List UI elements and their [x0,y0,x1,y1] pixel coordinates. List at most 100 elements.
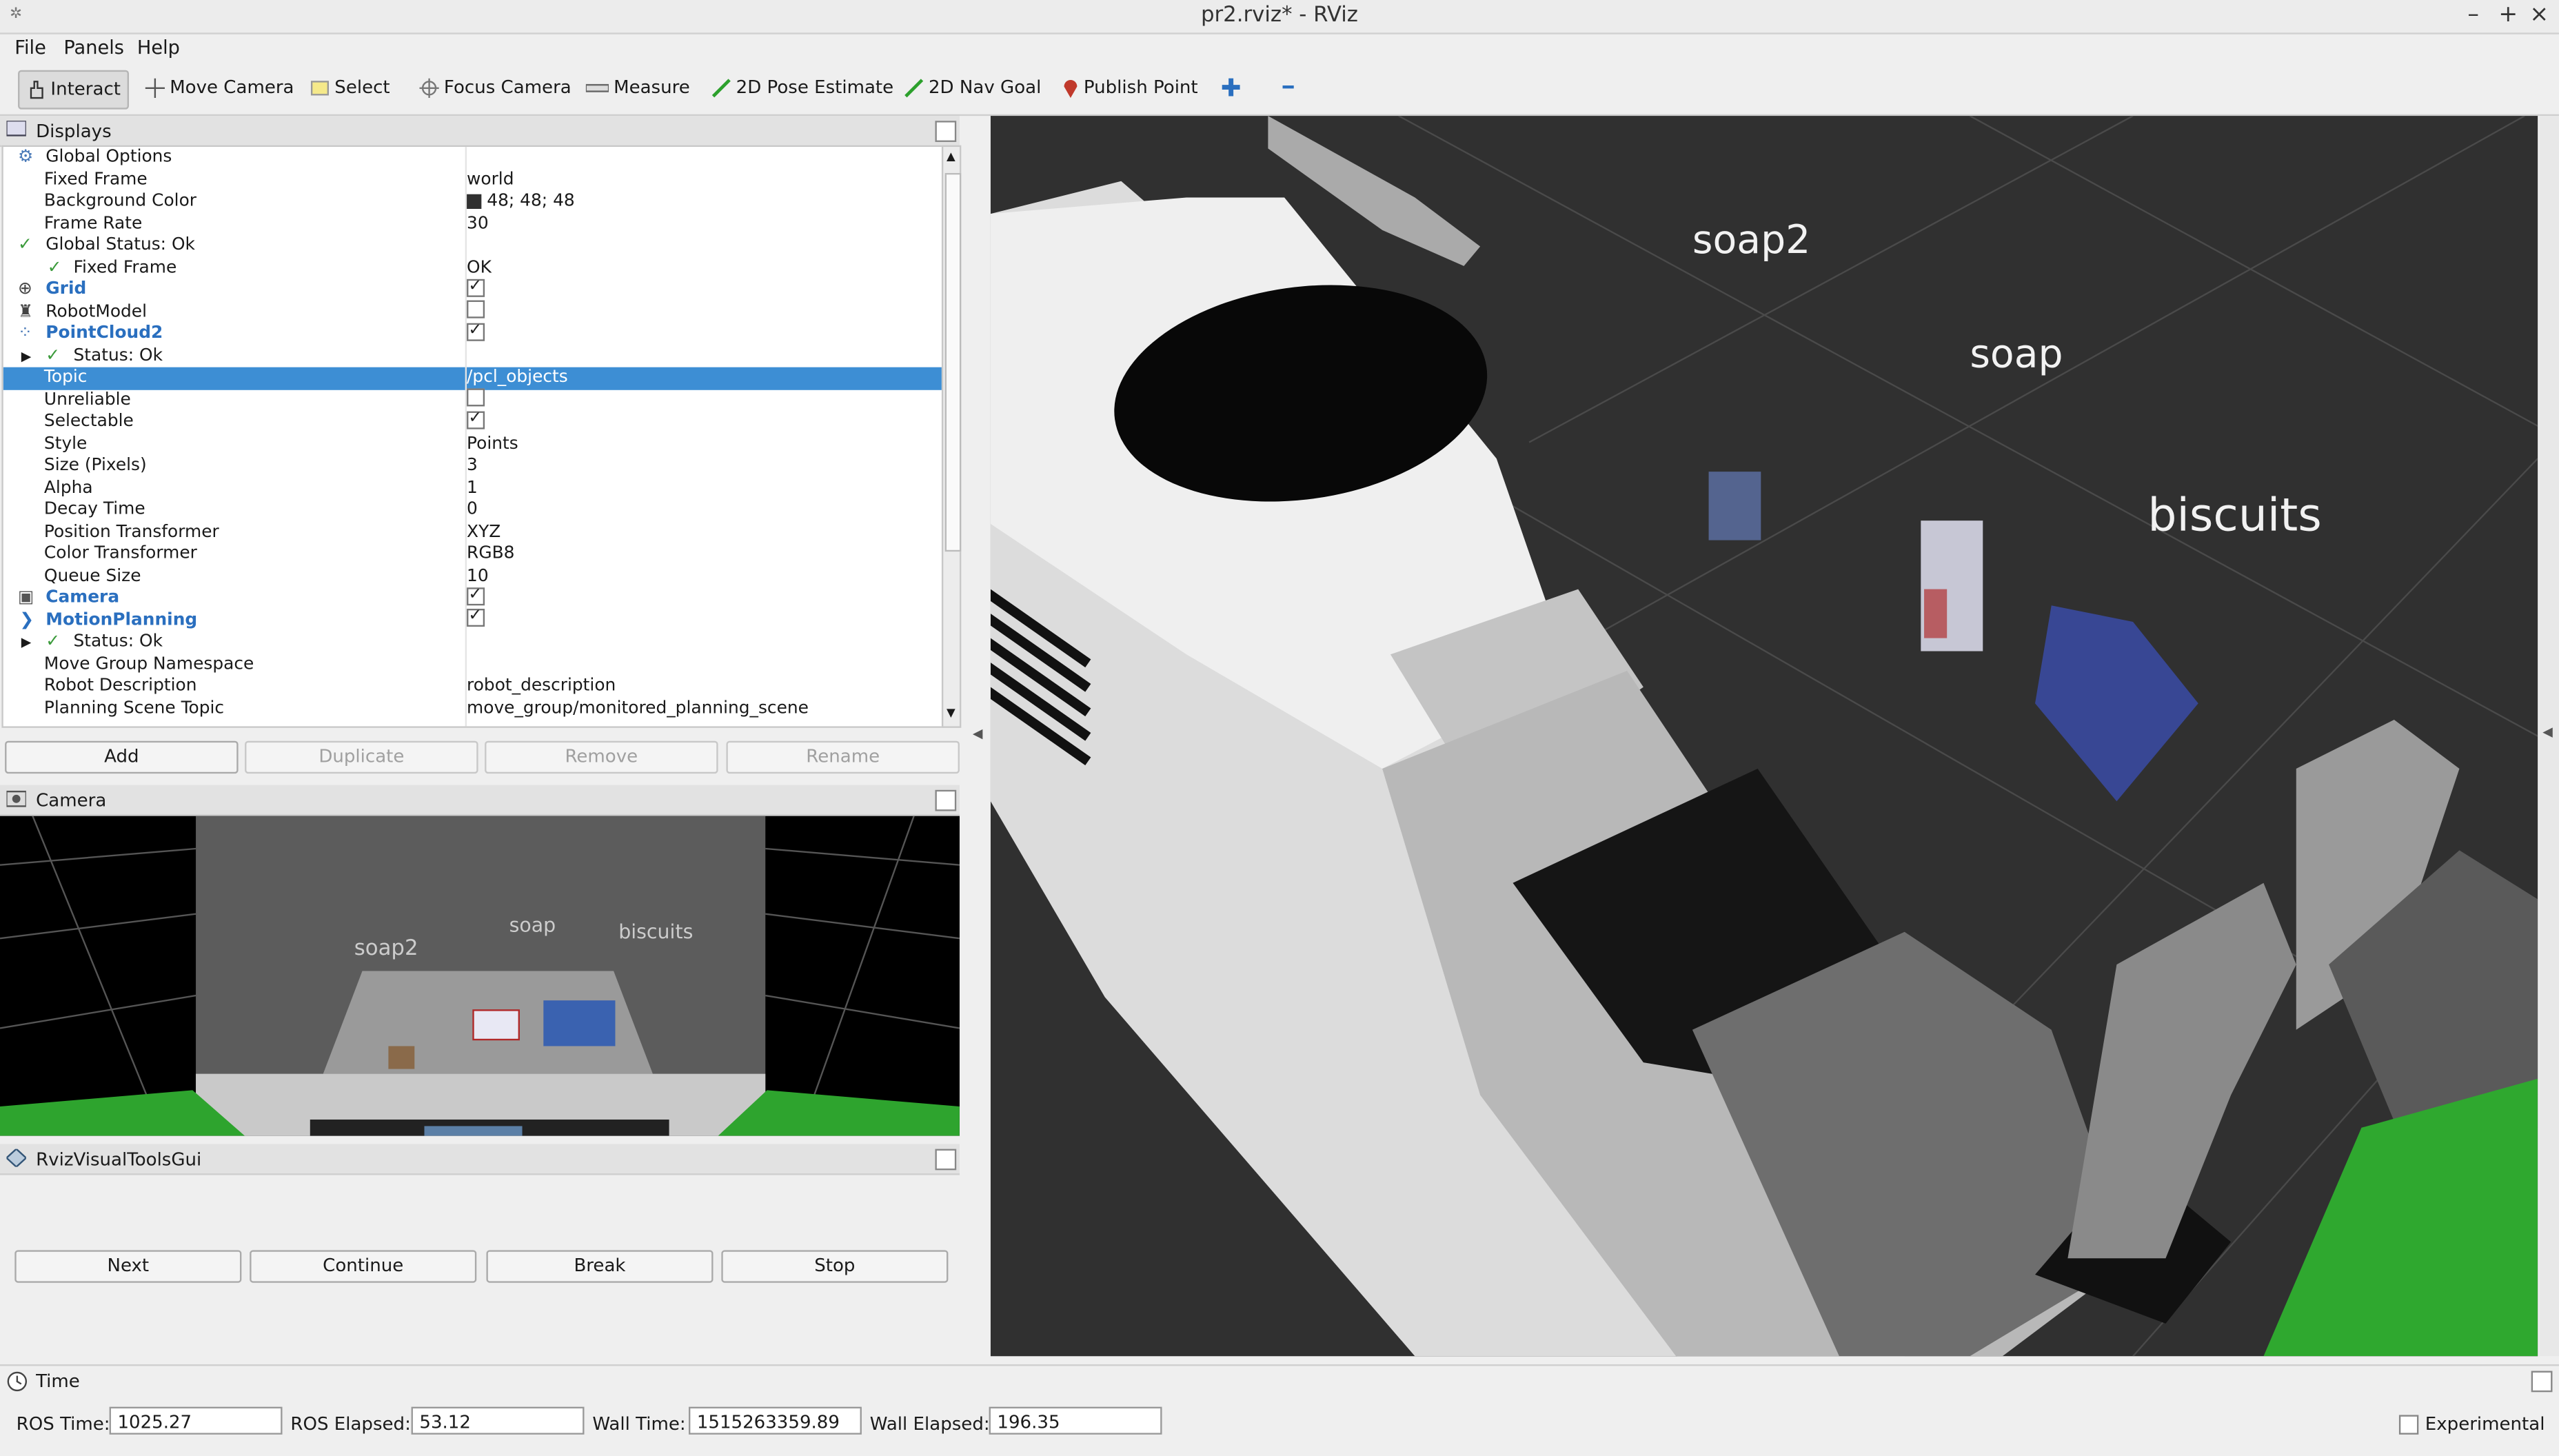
app-icon: ✲ [10,6,23,23]
tree-row[interactable]: Alpha 1 [3,477,942,499]
tree-row[interactable]: Fixed Frame world [3,169,942,191]
move-icon [145,78,165,99]
tree-row[interactable]: Style Points [3,434,942,456]
next-button[interactable]: Next [14,1250,242,1283]
label-biscuits-3d: biscuits [2147,487,2322,542]
motionplanning-checkbox[interactable] [467,605,485,627]
tree-row[interactable]: Selectable [3,407,942,434]
window-title: pr2.rviz* - RViz [1200,3,1358,28]
tree-row[interactable]: Decay Time 0 [3,499,942,521]
interact-button[interactable]: Interact [18,70,129,110]
camera-checkbox[interactable] [467,583,485,605]
selectable-checkbox[interactable] [467,407,485,429]
tree-row[interactable]: Planning Scene Topic move_group/monitored… [3,698,942,720]
expand-arrow-icon[interactable]: ▶ [21,345,32,367]
tree-row[interactable]: ⊕ Grid [3,275,942,301]
scroll-up-icon[interactable]: ▲ [947,150,955,163]
right-collapsed-dock[interactable]: ◀ [2539,116,2559,1357]
float-panel-checkbox[interactable] [2531,1371,2553,1393]
tree-row-selected[interactable]: Topic/pcl_objects [3,367,942,390]
tree-row[interactable]: ⚙ Global Options [3,147,942,169]
label-soap: soap [509,913,556,937]
diamond-icon [6,1149,26,1167]
interact-label: Interact [50,78,121,100]
experimental-checkbox[interactable] [2398,1415,2419,1435]
float-panel-checkbox[interactable] [935,121,957,142]
tree-row[interactable]: ▶ ✓ Status: Ok [3,631,942,654]
tree-row[interactable]: Color Transformer RGB8 [3,543,942,565]
camera-view[interactable]: soap2 soap biscuits [0,816,960,1136]
camera-icon: ▣ [18,587,34,607]
pointcloud-checkbox[interactable] [467,319,485,341]
tree-row[interactable]: Position Transformer XYZ [3,521,942,543]
pose-estimate-button[interactable]: 2D Pose Estimate [705,70,900,106]
color-swatch[interactable] [467,193,482,208]
nav-goal-label: 2D Nav Goal [928,77,1042,99]
tree-row[interactable]: ⁘ PointCloud2 [3,319,942,345]
motion-planning-icon: ❯ [19,609,34,629]
measure-button[interactable]: Measure [579,70,696,106]
grid-icon: ⊕ [18,279,32,299]
label-biscuits: biscuits [618,920,694,944]
ros-elapsed-label: ROS Elapsed: [290,1413,411,1435]
scroll-down-icon[interactable]: ▼ [947,707,955,720]
add-tool-icon[interactable]: ✚ [1214,70,1248,106]
grid-checkbox[interactable] [467,275,485,297]
render-view-3d[interactable]: soap2 soap biscuits [990,116,2538,1357]
add-display-button[interactable]: Add [5,740,239,774]
menu-help[interactable]: Help [137,36,180,59]
continue-button[interactable]: Continue [250,1250,477,1283]
experimental-label: Experimental [2425,1413,2545,1435]
expand-right-icon[interactable]: ◀ [2542,725,2553,739]
tree-row[interactable]: Robot Description robot_description [3,676,942,698]
nav-goal-button[interactable]: 2D Nav Goal [898,70,1048,106]
menu-file[interactable]: File [14,36,46,59]
wall-time-field[interactable]: 1515263359.89 [689,1406,862,1435]
check-icon: ✓ [45,345,61,365]
wall-elapsed-field[interactable]: 196.35 [989,1406,1162,1435]
camera-panel-header: Camera [0,785,960,816]
ros-time-field[interactable]: 1025.27 [109,1406,283,1435]
remove-display-button[interactable]: Remove [485,740,718,774]
close-icon[interactable]: × [2529,1,2549,28]
check-icon: ✓ [45,631,61,651]
map-pin-icon [1064,79,1078,99]
maximize-icon[interactable]: + [2498,1,2518,28]
rename-display-button[interactable]: Rename [726,740,960,774]
measure-label: Measure [614,77,690,99]
ros-elapsed-field[interactable]: 53.12 [411,1406,585,1435]
tree-row[interactable]: ✓ Global Status: Ok [3,235,942,257]
menu-panels[interactable]: Panels [63,36,124,59]
select-label: Select [334,77,390,99]
publish-point-button[interactable]: Publish Point [1056,70,1204,106]
label-soap-3d: soap [1970,331,2063,377]
remove-tool-icon[interactable]: ━ [1276,70,1300,106]
tree-row[interactable]: Frame Rate 30 [3,213,942,235]
time-panel-title: Time [36,1371,80,1393]
focus-icon [419,78,439,99]
minimize-icon[interactable]: – [2467,1,2479,28]
displays-scrollbar[interactable]: ▲ ▼ [941,145,962,728]
tree-row[interactable]: Size (Pixels) 3 [3,455,942,477]
green-arrow-icon [711,79,731,98]
scene-3d [990,116,2538,1357]
duplicate-display-button[interactable]: Duplicate [245,740,478,774]
focus-camera-button[interactable]: Focus Camera [413,70,578,106]
unreliable-checkbox[interactable] [467,388,485,407]
stop-button[interactable]: Stop [721,1250,949,1283]
tree-row[interactable]: Move Group Namespace [3,654,942,676]
hand-icon [30,81,43,99]
collapse-left-icon[interactable]: ◀ [973,726,983,740]
break-button[interactable]: Break [486,1250,714,1283]
expand-arrow-icon[interactable]: ▶ [21,631,32,654]
select-button[interactable]: Select [303,70,396,106]
tree-row[interactable]: ❯ MotionPlanning [3,605,942,631]
ruler-icon [585,83,610,92]
float-panel-checkbox[interactable] [935,789,957,811]
tree-row[interactable]: ▶ ✓ Status: Ok [3,345,942,367]
scroll-thumb[interactable] [944,172,962,552]
tree-row[interactable]: Background Color 48; 48; 48 [3,191,942,213]
move-camera-button[interactable]: Move Camera [139,70,301,106]
float-panel-checkbox[interactable] [935,1149,957,1171]
robotmodel-checkbox[interactable] [467,300,485,318]
